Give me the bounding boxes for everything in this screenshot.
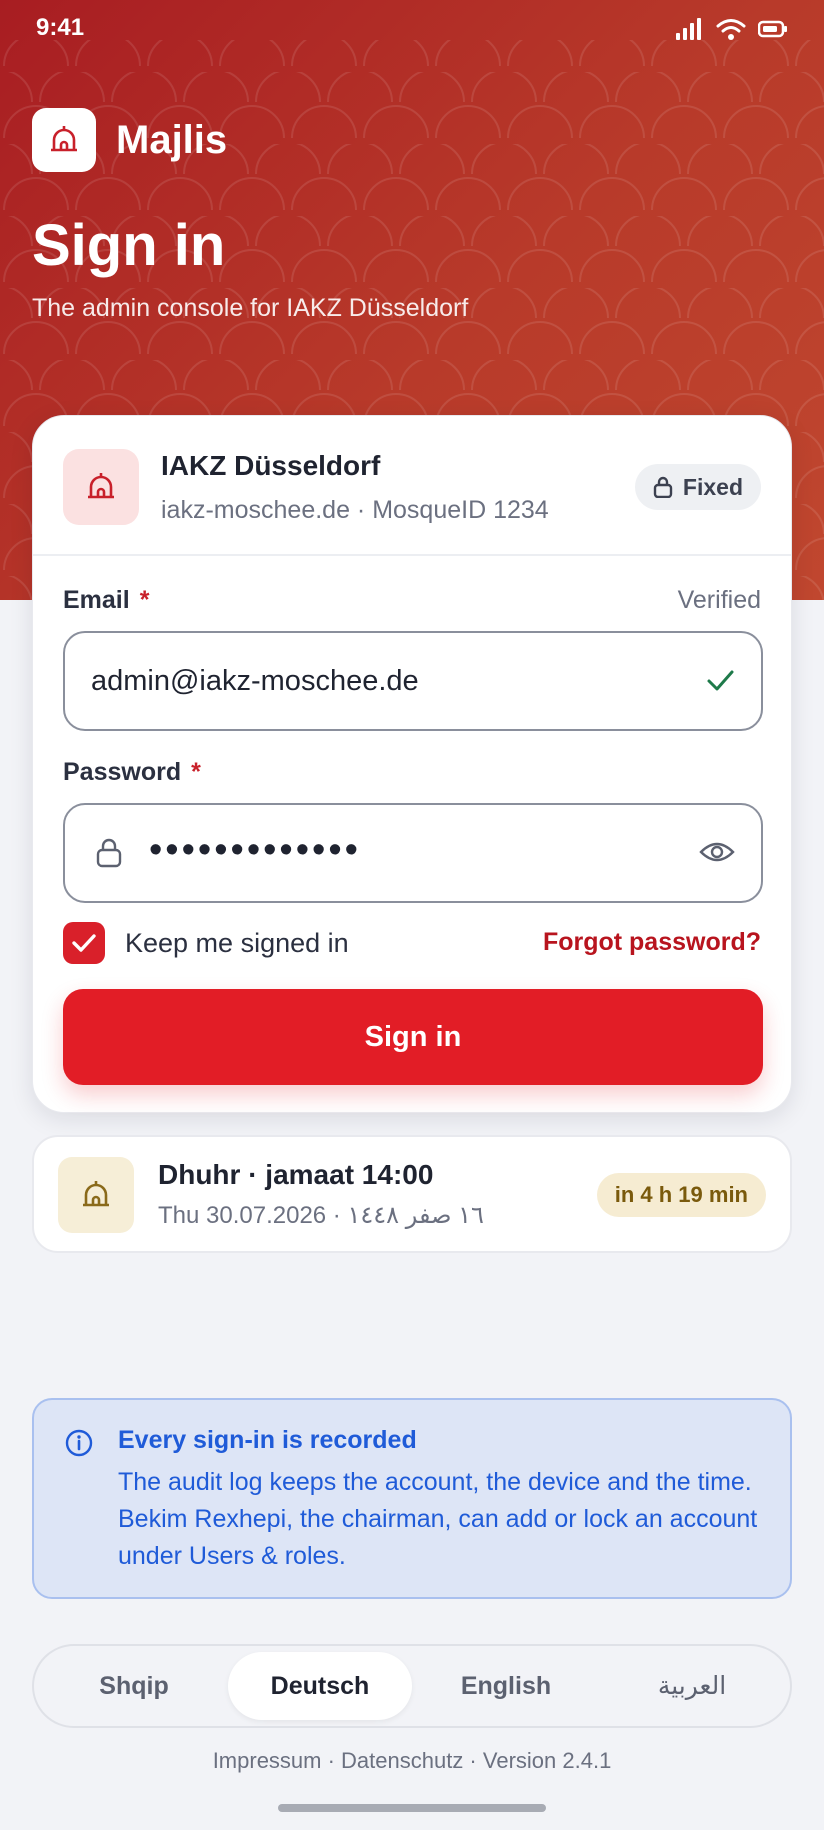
status-time: 9:41 — [36, 14, 85, 41]
fixed-badge-label: Fixed — [682, 473, 743, 500]
eye-icon[interactable] — [699, 839, 735, 865]
signal-icon — [676, 18, 701, 40]
notice-title: Every sign-in is recorded — [118, 1426, 417, 1454]
lock-icon — [96, 838, 122, 868]
audit-notice: Every sign-in is recorded The audit log … — [32, 1398, 792, 1599]
prayer-time-card: Dhuhr · jamaat 14:00 Thu 30.07.2026 · ١٦… — [32, 1135, 792, 1253]
language-option-english[interactable]: English — [414, 1652, 598, 1720]
lock-icon — [653, 476, 673, 498]
home-indicator — [278, 1804, 546, 1812]
prayer-title: Dhuhr · jamaat 14:00 — [158, 1159, 434, 1190]
language-switcher: Shqip Deutsch English العربية — [32, 1644, 792, 1728]
email-verified-status: Verified — [677, 586, 761, 614]
fixed-badge: Fixed — [634, 464, 761, 510]
signin-card: IAKZ Düsseldorf iakz-moschee.de · Mosque… — [32, 415, 792, 1113]
keep-signed-in-checkbox[interactable] — [63, 922, 105, 964]
password-value: ••••••••••••• — [149, 829, 361, 871]
organization-row: IAKZ Düsseldorf iakz-moschee.de · Mosque… — [33, 416, 791, 556]
mosque-icon — [63, 449, 139, 525]
forgot-password-link[interactable]: Forgot password? — [543, 928, 761, 957]
email-value: admin@iakz-moschee.de — [91, 665, 419, 697]
language-option-arabic[interactable]: العربية — [600, 1652, 784, 1720]
wifi-icon — [716, 19, 746, 40]
organization-meta: iakz-moschee.de · MosqueID 1234 — [161, 496, 549, 524]
sign-in-button[interactable]: Sign in — [63, 989, 763, 1085]
password-label: Password * — [63, 758, 201, 787]
organization-name: IAKZ Düsseldorf — [161, 450, 381, 481]
password-field[interactable]: ••••••••••••• — [63, 803, 763, 903]
prayer-countdown-badge: in 4 h 19 min — [596, 1173, 766, 1217]
status-bar: 9:41 — [0, 0, 824, 60]
mosque-logo-icon — [32, 108, 96, 172]
keep-signed-in-label: Keep me signed in — [125, 927, 349, 958]
language-option-shqip[interactable]: Shqip — [42, 1652, 226, 1720]
email-field[interactable]: admin@iakz-moschee.de — [63, 631, 763, 731]
brand-name: Majlis — [116, 117, 228, 162]
required-marker: * — [139, 586, 150, 614]
brand: Majlis — [32, 108, 227, 172]
keep-signed-in-row[interactable]: Keep me signed in — [63, 922, 349, 964]
footer-links[interactable]: Impressum · Datenschutz · Version 2.4.1 — [0, 1748, 824, 1774]
required-marker: * — [191, 758, 201, 786]
battery-icon — [758, 20, 787, 38]
password-label-text: Password — [63, 758, 182, 786]
mosque-icon — [58, 1157, 134, 1233]
checkmark-icon — [72, 934, 96, 952]
check-icon — [707, 670, 734, 691]
email-label: Email * — [63, 586, 149, 615]
notice-body: The audit log keeps the account, the dev… — [118, 1468, 758, 1570]
prayer-date: Thu 30.07.2026 · ١٦ صفر ١٤٤٨ — [158, 1202, 484, 1229]
page-title: Sign in — [32, 213, 226, 278]
language-option-deutsch[interactable]: Deutsch — [228, 1652, 412, 1720]
email-label-text: Email — [63, 586, 130, 614]
info-icon — [65, 1429, 93, 1457]
page-subtitle: The admin console for IAKZ Düsseldorf — [32, 294, 469, 322]
